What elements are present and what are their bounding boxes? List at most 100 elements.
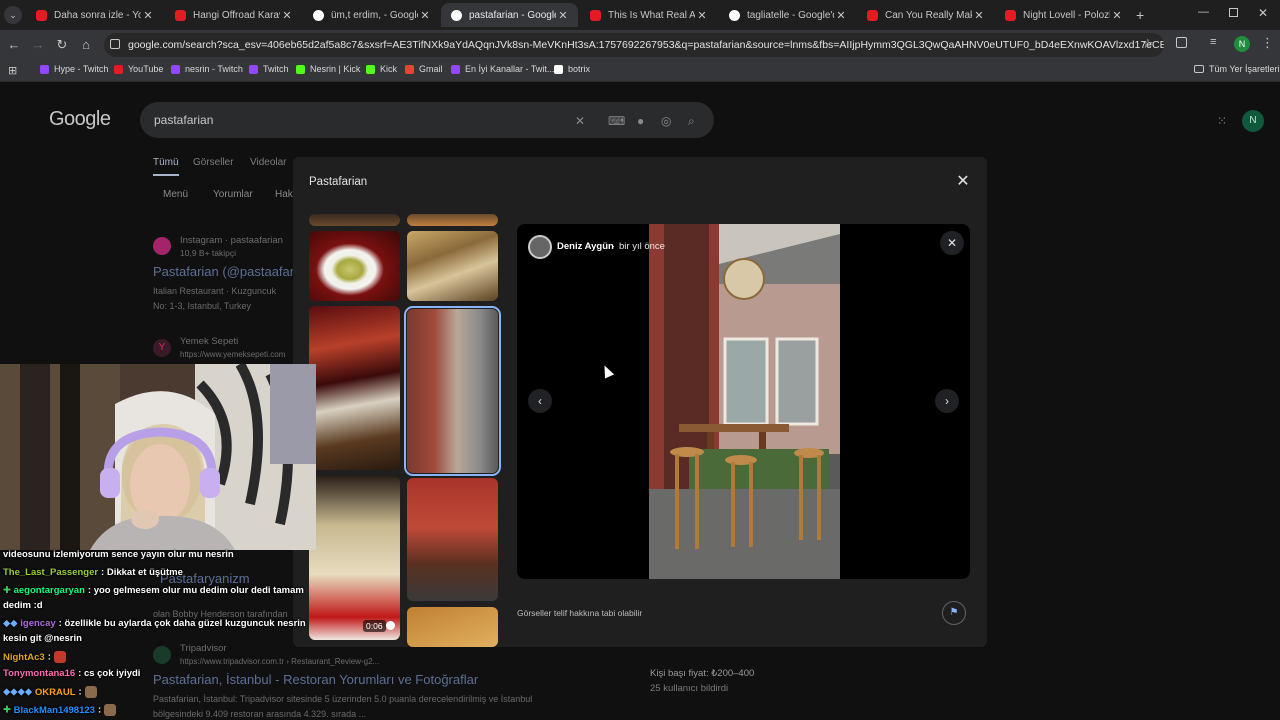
tab-3-active[interactable]: pastafarian - Google'da A✕ bbox=[441, 3, 578, 27]
chat-message: ✚ aegontargaryan: yoo gelmesem olur mu d… bbox=[3, 585, 304, 596]
tab-1[interactable]: Hangi Offroad Karavan D✕ bbox=[165, 3, 302, 27]
bookmark-item[interactable]: nesrin - Twitch bbox=[171, 64, 243, 74]
close-tab-icon[interactable]: ✕ bbox=[695, 9, 709, 22]
chat-message: ◆◆◆◆ OKRAUL: bbox=[3, 686, 97, 698]
bookmark-item[interactable]: Hype - Twitch bbox=[40, 64, 108, 74]
bookmark-item[interactable]: YouTube bbox=[114, 64, 163, 74]
close-tab-icon[interactable]: ✕ bbox=[1110, 9, 1124, 22]
tab-search-button[interactable]: ⌄ bbox=[4, 6, 22, 24]
restaurant-storefront-photo bbox=[649, 224, 840, 579]
bookmark-favicon-icon bbox=[405, 64, 414, 74]
tab-videos[interactable]: Videolar bbox=[250, 157, 287, 168]
video-duration: 0:06 bbox=[363, 620, 386, 632]
tab-6[interactable]: Can You Really Make Perf✕ bbox=[857, 3, 994, 27]
reload-icon[interactable]: ↻ bbox=[54, 37, 70, 53]
emote-icon bbox=[84, 686, 97, 698]
bookmark-favicon-icon bbox=[114, 64, 123, 74]
search-icon[interactable]: ⌕ bbox=[688, 114, 695, 129]
close-tab-icon[interactable]: ✕ bbox=[834, 9, 848, 22]
video-thumbnail[interactable] bbox=[309, 476, 400, 640]
apps-grid-icon[interactable]: ⊞ bbox=[8, 64, 17, 77]
extensions-icon[interactable] bbox=[1176, 37, 1187, 48]
previous-image-button[interactable]: ‹ bbox=[528, 389, 552, 413]
folder-icon bbox=[1194, 65, 1204, 73]
clear-search-icon[interactable]: ✕ bbox=[575, 114, 585, 128]
tab-7[interactable]: Night Lovell - Polozhenie✕ bbox=[995, 3, 1132, 27]
author-name[interactable]: Deniz Aygün bbox=[557, 241, 614, 252]
price-per-person: Kişi başı fiyat: ₺200–400 bbox=[650, 668, 755, 679]
chip-menu[interactable]: Menü bbox=[163, 189, 188, 200]
bookmark-favicon-icon bbox=[249, 64, 258, 74]
tab-5[interactable]: tagliatelle - Google'da Ar✕ bbox=[719, 3, 856, 27]
bookmark-item[interactable]: Twitch bbox=[249, 64, 289, 74]
author-avatar[interactable] bbox=[528, 235, 552, 259]
image-thumbnail-selected[interactable] bbox=[404, 306, 501, 476]
report-flag-icon[interactable]: ⚑ bbox=[942, 601, 966, 625]
tab-2[interactable]: üm,t erdim, - Google'da A✕ bbox=[303, 3, 440, 27]
new-tab-icon[interactable]: + bbox=[1136, 7, 1144, 23]
microphone-icon[interactable]: ● bbox=[637, 114, 644, 128]
image-thumbnail[interactable] bbox=[407, 231, 498, 301]
bookmark-item[interactable]: Nesrin | Kick bbox=[296, 64, 360, 74]
tab-0[interactable]: Daha sonra izle - YouTube✕ bbox=[26, 3, 163, 27]
image-thumbnail[interactable] bbox=[407, 214, 498, 226]
bookmark-item[interactable]: Kick bbox=[366, 64, 397, 74]
bookmark-star-icon[interactable]: ☆ bbox=[1142, 36, 1154, 52]
tab-images[interactable]: Görseller bbox=[193, 157, 234, 168]
image-thumbnail[interactable] bbox=[407, 478, 498, 601]
bookmark-item[interactable]: En İyi Kanallar - Twit... bbox=[451, 64, 554, 74]
result-source: Yemek Sepeti bbox=[180, 336, 239, 347]
minimize-icon[interactable]: — bbox=[1198, 6, 1209, 18]
badge-icon: ◆◆ bbox=[3, 618, 21, 629]
home-icon[interactable]: ⌂ bbox=[78, 37, 94, 53]
google-logo[interactable]: Google bbox=[49, 108, 111, 131]
tab-4[interactable]: This Is What Real Arrabbi✕ bbox=[580, 3, 717, 27]
chat-message: ✚ BlackMan1498123: bbox=[3, 704, 117, 716]
badge-icon: ✚ bbox=[3, 704, 14, 716]
media-control-icon[interactable]: ≡ bbox=[1210, 36, 1216, 48]
camera-lens-icon[interactable]: ◎ bbox=[661, 114, 671, 128]
image-thumbnail[interactable] bbox=[309, 306, 400, 470]
google-icon bbox=[729, 9, 740, 21]
bookmark-item[interactable]: Gmail bbox=[405, 64, 443, 74]
close-window-icon[interactable]: ✕ bbox=[1258, 6, 1268, 20]
profile-avatar[interactable]: N bbox=[1234, 36, 1250, 52]
next-image-button[interactable]: › bbox=[935, 389, 959, 413]
price-reporters: 25 kullanıcı bildirdi bbox=[650, 683, 729, 694]
close-modal-icon[interactable]: ✕ bbox=[954, 173, 972, 191]
close-viewer-icon[interactable]: ✕ bbox=[940, 231, 964, 255]
bookmark-favicon-icon bbox=[296, 64, 305, 74]
all-bookmarks-folder[interactable]: Tüm Yer İşaretleri bbox=[1194, 64, 1280, 74]
forward-arrow-icon[interactable]: → bbox=[30, 37, 46, 53]
result-snippet: Italian Restaurant · Kuzguncuk bbox=[153, 286, 277, 296]
site-info-icon[interactable] bbox=[110, 39, 120, 49]
close-tab-icon[interactable]: ✕ bbox=[972, 9, 986, 22]
keyboard-icon[interactable]: ⌨ bbox=[608, 114, 625, 128]
close-tab-icon[interactable]: ✕ bbox=[556, 9, 570, 22]
chip-reviews[interactable]: Yorumlar bbox=[213, 189, 253, 200]
image-thumbnail[interactable] bbox=[407, 607, 498, 647]
bookmark-item[interactable]: botrix bbox=[554, 64, 590, 74]
result-title-link[interactable]: Pastafarian (@pastaafar bbox=[153, 264, 294, 279]
badge-icon: ✚ bbox=[3, 585, 14, 596]
chat-message: NightAc3: bbox=[3, 651, 66, 663]
restore-icon[interactable] bbox=[1229, 8, 1238, 17]
image-thumbnail[interactable] bbox=[309, 231, 400, 301]
close-tab-icon[interactable]: ✕ bbox=[141, 9, 155, 22]
modal-title: Pastafarian bbox=[309, 176, 368, 188]
chip-about[interactable]: Haki bbox=[275, 189, 295, 200]
youtube-icon bbox=[867, 9, 878, 21]
chat-message: Tonymontana16: cs çok iyiydi bbox=[3, 668, 141, 679]
image-thumbnail[interactable] bbox=[309, 214, 400, 226]
tab-all[interactable]: Tümü bbox=[153, 157, 179, 176]
bookmark-favicon-icon bbox=[40, 64, 49, 74]
back-arrow-icon[interactable]: ← bbox=[6, 37, 22, 53]
google-account-avatar[interactable]: N bbox=[1242, 110, 1264, 132]
address-bar[interactable]: google.com/search?sca_esv=406eb65d2af5a8… bbox=[104, 33, 1164, 57]
close-tab-icon[interactable]: ✕ bbox=[280, 9, 294, 22]
search-input[interactable]: pastafarian bbox=[140, 102, 714, 138]
close-tab-icon[interactable]: ✕ bbox=[418, 9, 432, 22]
google-apps-icon[interactable]: ⁙ bbox=[1217, 114, 1227, 128]
menu-kebab-icon[interactable]: ⋮ bbox=[1261, 35, 1274, 51]
result-sub: https://www.yemeksepeti.com bbox=[180, 350, 286, 359]
